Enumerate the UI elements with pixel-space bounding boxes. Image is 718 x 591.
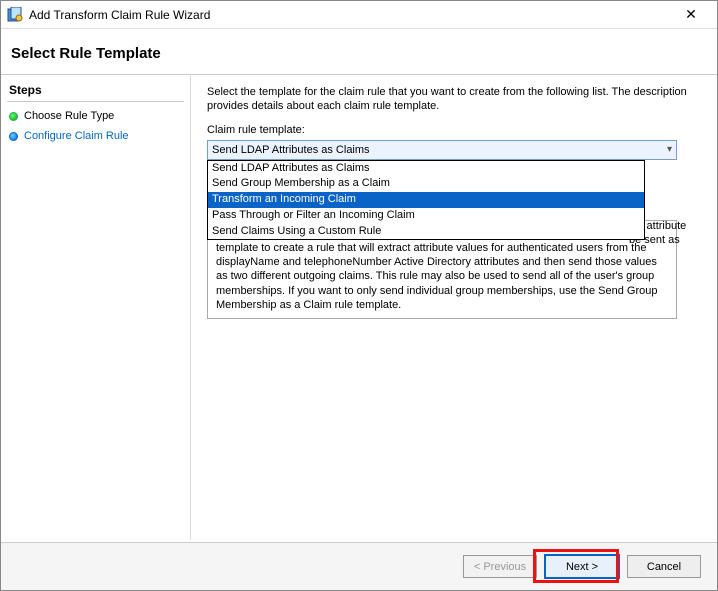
combo-display[interactable]: Send LDAP Attributes as Claims ▾ (207, 140, 677, 160)
step-label: Configure Claim Rule (24, 130, 129, 142)
page-title: Select Rule Template (1, 29, 717, 75)
step-configure-claim-rule[interactable]: Configure Claim Rule (7, 126, 184, 146)
title-bar: Add Transform Claim Rule Wizard ✕ (1, 1, 717, 29)
chevron-down-icon: ▾ (667, 144, 672, 155)
option-custom-rule[interactable]: Send Claims Using a Custom Rule (208, 224, 644, 240)
instruction-text: Select the template for the claim rule t… (207, 85, 701, 114)
step-bullet-icon (9, 132, 18, 141)
option-send-ldap-attributes[interactable]: Send LDAP Attributes as Claims (208, 161, 644, 177)
steps-sidebar: Steps Choose Rule Type Configure Claim R… (1, 75, 191, 540)
steps-title: Steps (7, 79, 184, 102)
step-bullet-icon (9, 112, 18, 121)
claim-rule-template-combo[interactable]: Send LDAP Attributes as Claims ▾ Send LD… (207, 140, 677, 160)
option-send-group-membership[interactable]: Send Group Membership as a Claim (208, 176, 644, 192)
main-panel: Select the template for the claim rule t… (191, 75, 717, 540)
option-pass-through-filter[interactable]: Pass Through or Filter an Incoming Claim (208, 208, 644, 224)
combo-label: Claim rule template: (207, 124, 701, 136)
step-choose-rule-type[interactable]: Choose Rule Type (7, 106, 184, 126)
next-button[interactable]: Next > (545, 555, 619, 578)
wizard-icon (7, 7, 23, 23)
window-title: Add Transform Claim Rule Wizard (29, 8, 210, 22)
combo-dropdown: Send LDAP Attributes as Claims Send Grou… (207, 160, 645, 241)
combo-selected-text: Send LDAP Attributes as Claims (212, 144, 370, 156)
previous-button: < Previous (463, 555, 537, 578)
option-transform-incoming[interactable]: Transform an Incoming Claim (208, 192, 644, 208)
cancel-button[interactable]: Cancel (627, 555, 701, 578)
wizard-footer: < Previous Next > Cancel (1, 542, 717, 590)
step-label: Choose Rule Type (24, 110, 114, 122)
close-icon[interactable]: ✕ (671, 4, 711, 26)
